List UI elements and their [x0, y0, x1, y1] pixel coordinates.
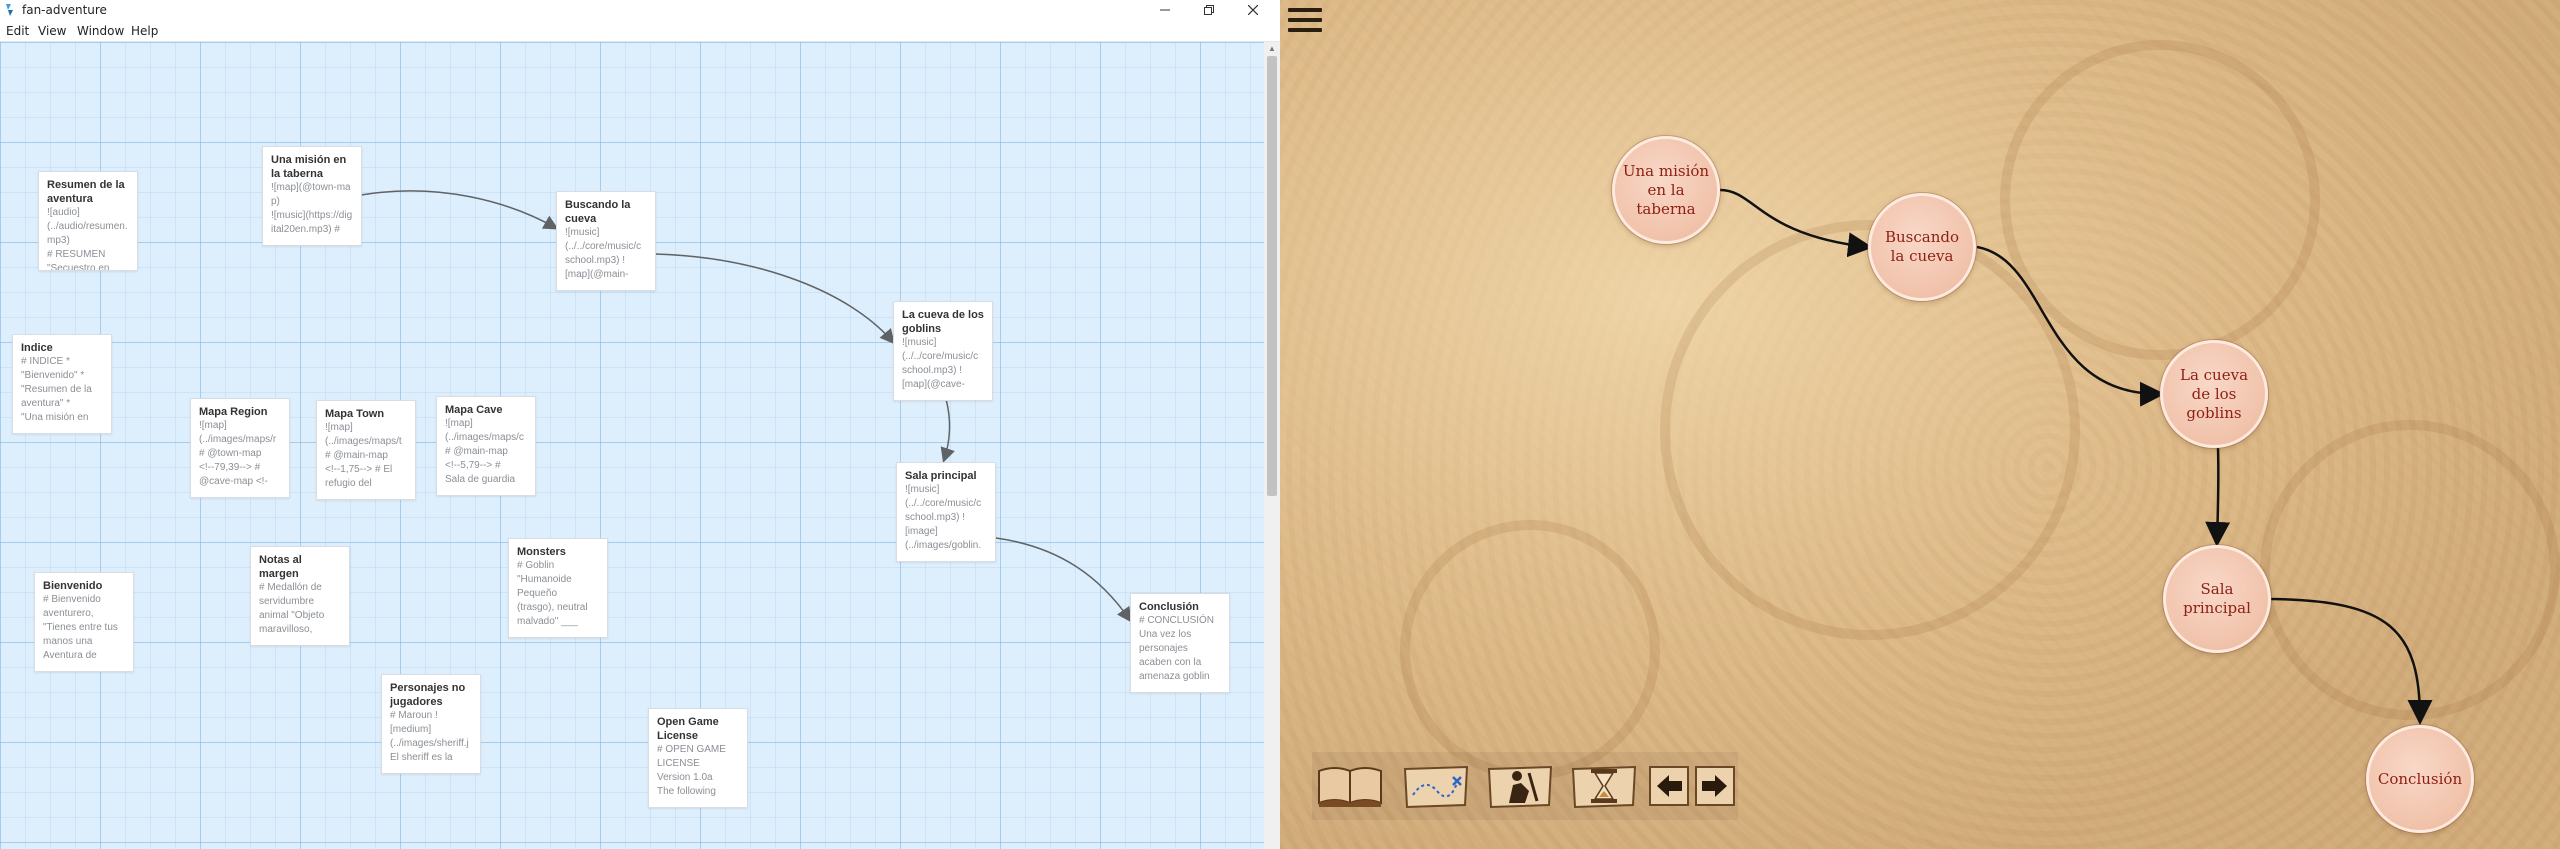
book-icon [1318, 767, 1382, 807]
passage-card-ogl[interactable]: Open Game License # OPEN GAME LICENSE Ver… [648, 708, 748, 808]
passage-title: Conclusión [1139, 601, 1199, 613]
passage-card-resumen[interactable]: Resumen de la aventura ![audio] (../audio… [38, 171, 138, 271]
passage-card-mision[interactable]: Una misión en la taberna ![map](@town-map… [262, 146, 362, 246]
passage-title: Resumen de la aventura [47, 179, 125, 205]
passage-title: Sala principal [905, 470, 977, 482]
passage-card-conclusion[interactable]: Conclusión # CONCLUSIÓN Una vez los perso… [1130, 593, 1230, 693]
passage-title: Mapa Region [199, 406, 268, 418]
passage-excerpt: # OPEN GAME LICENSE Version 1.0a The fol… [657, 744, 726, 797]
passage-excerpt: ![map](@town-map) ![music](https://digit… [271, 182, 353, 235]
menu-bar: Edit View Window Help [0, 20, 1280, 42]
passage-title: Open Game License [657, 716, 719, 742]
passage-excerpt: # Goblin "Humanoide Pequeño (trasgo), ne… [517, 560, 588, 627]
passage-excerpt: # Medallón de servidumbre animal "Objeto… [259, 582, 325, 635]
passage-card-bienvenido[interactable]: Bienvenido # Bienvenido aventurero, "Tien… [34, 572, 134, 672]
hourglass-icon [1571, 765, 1637, 809]
story-link-sala-conclusion [2268, 597, 2433, 725]
passage-excerpt: ![map] (../images/maps/c # @main-map <!-… [445, 418, 524, 485]
minimize-icon [1160, 9, 1170, 11]
story-link-mision-buscando [1719, 188, 1873, 258]
story-node-buscando[interactable]: Buscando la cueva [1868, 193, 1976, 301]
window-title: fan-adventure [22, 3, 107, 17]
passage-title: Mapa Town [325, 408, 385, 420]
maximize-icon [1204, 5, 1214, 15]
passage-card-cueva[interactable]: La cueva de los goblins ![music] (../../c… [893, 301, 993, 401]
story-node-label: Buscando la cueva [1884, 228, 1960, 265]
menu-help[interactable]: Help [131, 24, 158, 38]
passage-card-buscando[interactable]: Buscando la cueva ![music] (../../core/mu… [556, 191, 656, 291]
passage-excerpt: # Maroun ! [medium] (../images/sheriff.j… [390, 710, 469, 763]
passage-excerpt: # Bienvenido aventurero, "Tienes entre t… [43, 594, 118, 661]
passage-title: La cueva de los goblins [902, 309, 984, 335]
story-map-scrollbar[interactable]: ▲ [1264, 42, 1280, 849]
passage-card-region[interactable]: Mapa Region ![map] (../images/maps/r # @t… [190, 398, 290, 498]
story-node-sala[interactable]: Sala principal [2163, 545, 2271, 653]
passage-title: Personajes no jugadores [390, 682, 466, 708]
back-button[interactable] [1648, 762, 1690, 810]
app-logo-icon [6, 4, 13, 16]
hourglass-button[interactable] [1568, 762, 1640, 810]
story-node-label: Sala principal [2183, 580, 2251, 617]
menu-window[interactable]: Window [77, 24, 124, 38]
passage-card-personajes[interactable]: Personajes no jugadores # Maroun ! [mediu… [381, 674, 481, 774]
scroll-up-icon[interactable]: ▲ [1264, 42, 1280, 56]
story-node-links [1719, 188, 2433, 725]
story-node-label: La cueva de los goblins [2179, 365, 2249, 422]
passage-excerpt: ![music] (../../core/music/c school.mp3)… [565, 227, 642, 280]
passage-card-sala[interactable]: Sala principal ![music] (../../core/music… [896, 462, 996, 562]
passage-excerpt: ![music] (../../core/music/c school.mp3)… [905, 484, 982, 551]
passage-title: Mapa Cave [445, 404, 503, 416]
passage-card-notas[interactable]: Notas al margen # Medallón de servidumbre… [250, 546, 350, 646]
passage-title: Bienvenido [43, 580, 103, 592]
story-node-mision[interactable]: Una misión en la taberna [1612, 136, 1720, 244]
book-button[interactable] [1314, 762, 1386, 810]
passage-card-indice[interactable]: Indice # INDICE * "Bienvenido" * "Resumen… [12, 334, 112, 434]
minimize-button[interactable] [1150, 0, 1180, 20]
passage-excerpt: ![map] (../images/maps/t # @main-map <!-… [325, 422, 402, 489]
story-preview: Una misión en la taberna Buscando la cuev… [1280, 0, 2560, 849]
map-icon [1403, 765, 1469, 809]
arrow-left-icon [1649, 766, 1689, 806]
passage-title: Indice [21, 342, 53, 354]
story-link-cueva-sala [2205, 447, 2231, 547]
app-window: fan-adventure Edit View Window Help Resu… [0, 0, 2560, 849]
passage-excerpt: # INDICE * "Bienvenido" * "Resumen de la… [21, 356, 92, 423]
link-cueva-sala [940, 398, 955, 463]
story-node-conclusion[interactable]: Conclusión [2366, 725, 2474, 833]
passage-excerpt: ![audio] (../audio/resumen.mp3) # RESUME… [47, 207, 128, 271]
close-icon [1248, 5, 1258, 15]
passage-title: Buscando la cueva [565, 199, 631, 225]
title-bar: fan-adventure [0, 0, 1280, 20]
arrow-right-icon [1695, 766, 1735, 806]
map-button[interactable] [1400, 762, 1472, 810]
passage-card-town[interactable]: Mapa Town ![map] (../images/maps/t # @mai… [316, 400, 416, 500]
close-button[interactable] [1238, 0, 1268, 20]
passage-title: Monsters [517, 546, 566, 558]
link-sala-conclusion [995, 537, 1132, 623]
link-buscando-cueva [654, 253, 895, 345]
character-button[interactable] [1484, 762, 1556, 810]
preview-toolbar [1312, 752, 1738, 820]
maximize-button[interactable] [1194, 0, 1224, 20]
story-node-cueva[interactable]: La cueva de los goblins [2160, 340, 2268, 448]
link-mision-buscando [360, 190, 559, 230]
character-icon [1487, 765, 1553, 809]
scroll-thumb[interactable] [1267, 56, 1277, 496]
passage-card-monsters[interactable]: Monsters # Goblin "Humanoide Pequeño (tra… [508, 538, 608, 638]
passage-title: Una misión en la taberna [271, 154, 347, 180]
forward-button[interactable] [1694, 762, 1736, 810]
story-node-label: Conclusión [2377, 769, 2463, 788]
menu-edit[interactable]: Edit [6, 24, 29, 38]
menu-view[interactable]: View [38, 24, 66, 38]
passage-title: Notas al margen [259, 554, 302, 580]
passage-excerpt: ![map] (../images/maps/r # @town-map <!-… [199, 420, 277, 487]
passage-excerpt: ![music] (../../core/music/c school.mp3)… [902, 337, 979, 390]
story-map[interactable]: Resumen de la aventura ![audio] (../audio… [0, 42, 1264, 849]
story-link-buscando-cueva [1976, 245, 2165, 407]
passage-card-cavemap[interactable]: Mapa Cave ![map] (../images/maps/c # @mai… [436, 396, 536, 496]
story-node-label: Una misión en la taberna [1622, 161, 1710, 218]
passage-excerpt: # CONCLUSIÓN Una vez los personajes acab… [1139, 615, 1215, 682]
